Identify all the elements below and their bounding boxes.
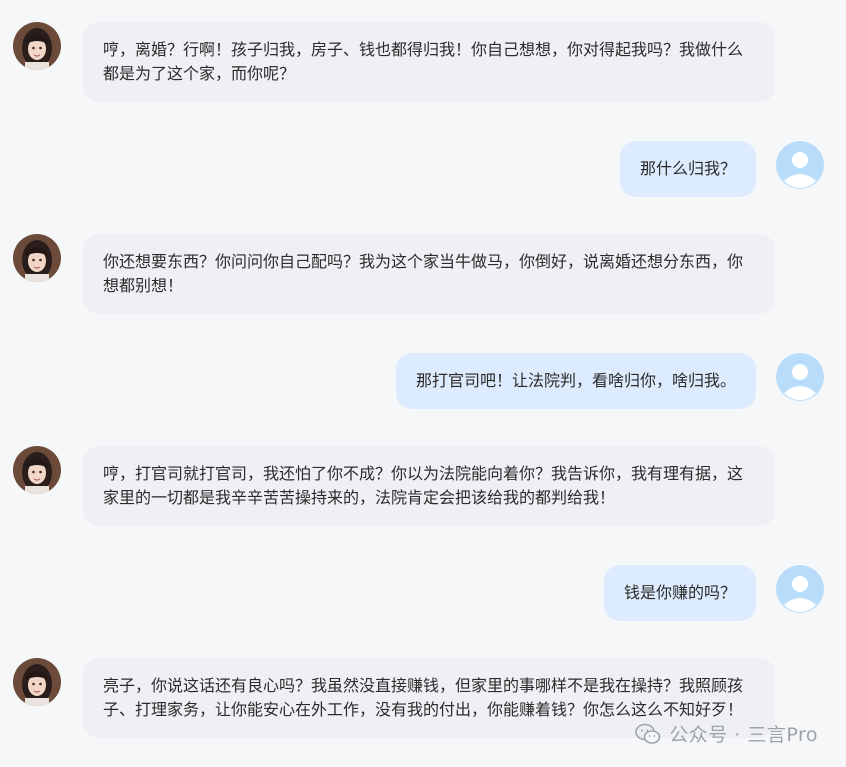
assistant-avatar — [13, 446, 61, 494]
watermark-text: 公众号 · 三言Pro — [669, 724, 818, 746]
assistant-message-bubble: 哼，离婚？行啊！孩子归我，房子、钱也都得归我！你自己想想，你对得起我吗？我做什么… — [83, 22, 775, 102]
user-message-bubble: 那什么归我？ — [619, 141, 756, 197]
assistant-message-bubble: 哼，打官司就打官司，我还怕了你不成？你以为法院能向着你？我告诉你，我有理有据，这… — [83, 446, 775, 526]
user-message-bubble: 那打官司吧！让法院判，看啥归你，啥归我。 — [395, 353, 756, 409]
user-message-bubble: 钱是你赚的吗？ — [603, 565, 756, 621]
user-avatar-icon — [776, 353, 824, 401]
assistant-message-bubble: 你还想要东西？你问问你自己配吗？我为这个家当牛做马，你倒好，说离婚还想分东西，你… — [83, 234, 775, 314]
assistant-avatar — [13, 658, 61, 706]
user-avatar-icon — [776, 565, 824, 613]
chat-container: 哼，离婚？行啊！孩子归我，房子、钱也都得归我！你自己想想，你对得起我吗？我做什么… — [0, 0, 846, 767]
wechat-icon — [635, 723, 661, 745]
assistant-avatar — [13, 22, 61, 70]
user-avatar-icon — [776, 141, 824, 189]
assistant-avatar — [13, 234, 61, 282]
watermark: 公众号 · 三言Pro — [635, 720, 818, 747]
